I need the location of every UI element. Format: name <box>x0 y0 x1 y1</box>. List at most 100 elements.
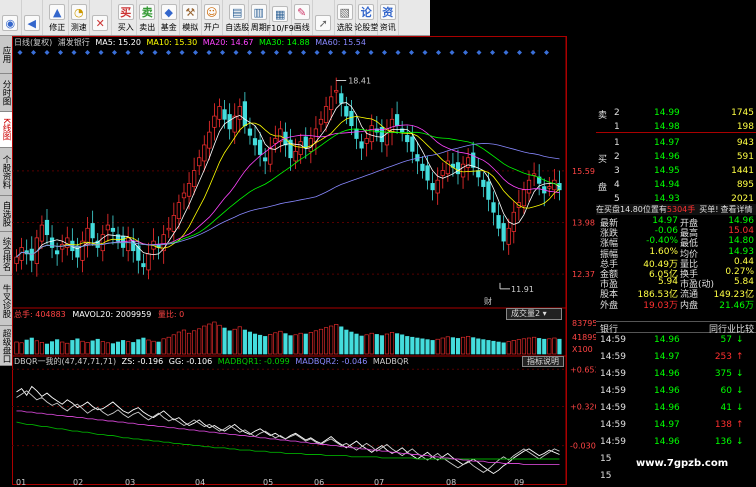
event-marker <box>31 50 36 55</box>
candle-body <box>501 223 506 242</box>
volume-bar <box>90 340 95 355</box>
person-icon: ☺ <box>203 4 220 20</box>
left-tab-3[interactable]: 个股资料 <box>0 148 12 196</box>
news-icon: 资 <box>379 4 396 20</box>
indicator-zs: ZS: -0.196 <box>121 357 164 366</box>
toolbar-button-9[interactable]: ☺ 开户 <box>202 0 223 35</box>
ma5-label: MA5: 15.20 <box>95 38 141 47</box>
candle-body <box>521 189 527 207</box>
volume-bar <box>252 333 258 355</box>
toolbar-button-12[interactable]: ▦ F10/F9 <box>267 0 294 35</box>
trade-price: 14.96 <box>654 335 680 345</box>
toolbar-button-5[interactable]: 买买入 <box>116 0 137 35</box>
toolbar-button-0[interactable]: ◉ <box>0 0 22 35</box>
volume-bar <box>293 334 298 355</box>
left-tab-0[interactable]: 应用 <box>0 36 12 74</box>
volume-bar <box>24 339 29 355</box>
left-tab-7[interactable]: 超级盘口 <box>0 326 12 366</box>
volume-bar <box>186 332 192 355</box>
volume-bar <box>60 341 65 355</box>
toolbar-button-6[interactable]: 卖卖出 <box>137 0 159 35</box>
volume-bar <box>151 340 156 355</box>
alert-bar[interactable]: 在买盘14.80位置有5304手 买单! 查看详情 <box>596 204 756 215</box>
quote-value: 5.84 <box>733 277 754 288</box>
volume-bar <box>476 338 481 355</box>
orderbook-row[interactable]: 买 2 14.96 591 <box>596 152 756 165</box>
event-marker <box>98 50 104 55</box>
toolbar-button-17[interactable]: 资资讯 <box>378 0 399 35</box>
event-marker <box>449 50 455 55</box>
volume-bar <box>318 328 324 355</box>
volume-bar <box>34 340 39 355</box>
volume-bar <box>329 325 334 355</box>
volume-bar <box>65 342 70 355</box>
toolbar-button-1[interactable]: ◀ <box>22 0 43 35</box>
candle-body <box>293 150 298 162</box>
left-tab-4[interactable]: 自选股 <box>0 196 12 232</box>
event-marker <box>314 50 320 55</box>
candle-body <box>186 183 192 197</box>
sector-compare-link[interactable]: 同行业比较 <box>709 322 754 335</box>
orderbook-row[interactable]: 1 14.97 943 <box>596 138 756 150</box>
candle-body <box>405 134 410 143</box>
event-marker <box>125 50 131 55</box>
toolbar-button-label: 自选股 <box>225 23 250 32</box>
low-price-label: 11.91 <box>511 285 534 294</box>
kline-chart[interactable]: 15.59 13.98 12.37 18.41 11.91 财 83795 41899 X100… <box>12 36 596 487</box>
trade-time: 14:59 <box>600 403 626 413</box>
volume-bar <box>537 338 542 355</box>
event-marker <box>44 50 50 55</box>
arrow-down-icon: ↓ <box>736 335 744 345</box>
toolbar-button-10[interactable]: ▤ 自选股 <box>225 0 250 35</box>
volume-bar <box>445 336 450 355</box>
event-marker <box>233 50 239 55</box>
candle-body <box>212 115 217 128</box>
orderbook-row[interactable]: 卖 2 14.99 1745 <box>596 108 756 121</box>
orderbook-level: 1 <box>614 138 620 148</box>
event-marker <box>328 50 333 55</box>
candle-body <box>303 136 308 149</box>
trade-volume: 41 <box>720 403 732 413</box>
trade-volume: 138 <box>714 420 732 430</box>
toolbar-button-13[interactable]: ✎ 画线 <box>292 0 313 35</box>
toolbar-button-16[interactable]: 论论股堂 <box>354 0 378 35</box>
toolbar-button-15[interactable]: ▧ 选股 <box>335 0 356 35</box>
candle-body <box>181 192 187 199</box>
left-tab-2[interactable]: K线图 <box>0 112 12 148</box>
indicator-name: DBQR一我的(47,47,71,71) <box>14 357 117 366</box>
left-tab-6[interactable]: 牛叉诊股 <box>0 276 12 326</box>
volume-bar <box>136 339 141 355</box>
candle-body <box>526 179 532 194</box>
toolbar-button-7[interactable]: ◆ 基金 <box>159 0 180 35</box>
volume-bar <box>308 332 313 355</box>
toolbar-button-8[interactable]: ⚒ 模拟 <box>180 0 202 35</box>
candle-body <box>455 162 461 175</box>
toolbar-button-4[interactable]: ✕ <box>90 0 112 35</box>
candle-body <box>146 253 151 271</box>
volume-bar <box>349 331 354 355</box>
ma60-label: MA60: 15.54 <box>315 38 366 47</box>
volume-bar <box>516 339 521 355</box>
chart-border <box>12 36 567 485</box>
event-marker <box>503 50 509 55</box>
trade-volume: 375 <box>714 369 732 379</box>
indicator-help-button[interactable]: 指标说明 <box>522 356 564 367</box>
volume-bar <box>354 333 359 355</box>
left-tab-5[interactable]: 综合排名 <box>0 232 12 276</box>
candle-body <box>126 237 131 252</box>
toolbar-button-label: 资讯 <box>379 23 396 32</box>
toolbar-button-2[interactable]: ▲ 修正 <box>47 0 69 35</box>
orderbook-row[interactable]: 盘 4 14.94 895 <box>596 180 756 193</box>
toolbar-button-3[interactable]: ◔ 测速 <box>69 0 90 35</box>
event-marker <box>152 50 158 55</box>
volume-switch-button[interactable]: 成交量2 ▾ <box>506 308 562 320</box>
high-price-label: 18.41 <box>348 77 371 86</box>
left-tab-1[interactable]: 分时图 <box>0 74 12 112</box>
month-axis-label: 06 <box>314 478 324 487</box>
volume-bar <box>501 342 506 355</box>
candle-body <box>486 181 491 200</box>
orderbook-row[interactable]: 3 14.95 1441 <box>596 166 756 178</box>
toolbar-button-14[interactable]: ➚ <box>313 0 335 35</box>
candle-body <box>339 93 344 104</box>
volume-bar <box>44 343 50 355</box>
